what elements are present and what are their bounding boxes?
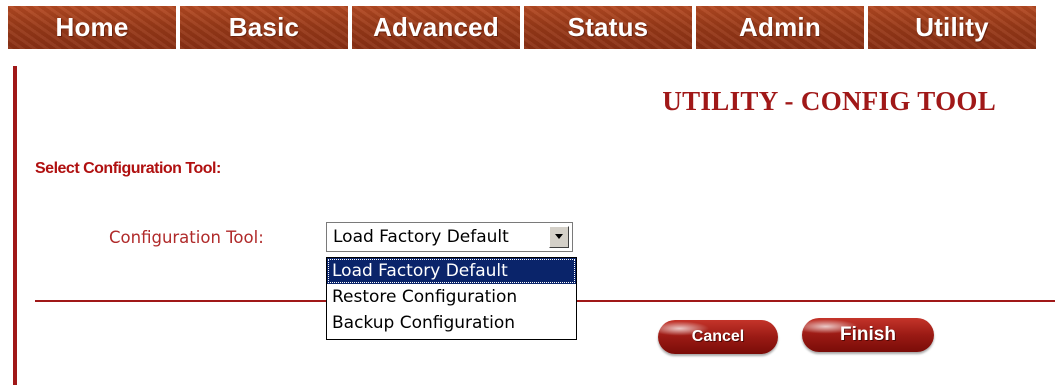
top-nav: Home Basic Advanced Status Admin Utility xyxy=(0,0,1055,53)
tab-basic[interactable]: Basic xyxy=(180,6,348,49)
tab-advanced[interactable]: Advanced xyxy=(352,6,520,49)
finish-button[interactable]: Finish xyxy=(802,318,934,352)
cancel-button[interactable]: Cancel xyxy=(658,320,778,354)
tab-home-label: Home xyxy=(55,12,129,42)
option-restore-configuration[interactable]: Restore Configuration xyxy=(327,284,576,310)
tab-admin[interactable]: Admin xyxy=(696,6,864,49)
tab-status-label: Status xyxy=(567,12,649,42)
configuration-tool-select[interactable]: Load Factory Default xyxy=(326,222,573,252)
configuration-tool-label: Configuration Tool: xyxy=(109,228,264,247)
tab-status[interactable]: Status xyxy=(524,6,692,49)
cancel-button-label: Cancel xyxy=(691,328,745,345)
tab-admin-label: Admin xyxy=(739,12,821,42)
option-load-factory-default[interactable]: Load Factory Default xyxy=(327,258,576,284)
left-border-rule xyxy=(13,66,17,385)
configuration-tool-dropdown-list: Load Factory Default Restore Configurati… xyxy=(326,257,577,340)
select-current-value: Load Factory Default xyxy=(333,227,509,247)
tab-home[interactable]: Home xyxy=(8,6,176,49)
section-heading: Select Configuration Tool: xyxy=(35,160,221,177)
page-title: UTILITY - CONFIG TOOL xyxy=(662,86,996,116)
option-backup-configuration[interactable]: Backup Configuration xyxy=(327,310,576,336)
dropdown-arrow-icon[interactable] xyxy=(549,226,569,248)
tab-basic-label: Basic xyxy=(228,12,300,42)
tab-utility-label: Utility xyxy=(915,12,989,42)
tab-advanced-label: Advanced xyxy=(373,12,499,42)
tab-utility[interactable]: Utility xyxy=(868,6,1036,49)
finish-button-label: Finish xyxy=(840,324,896,345)
